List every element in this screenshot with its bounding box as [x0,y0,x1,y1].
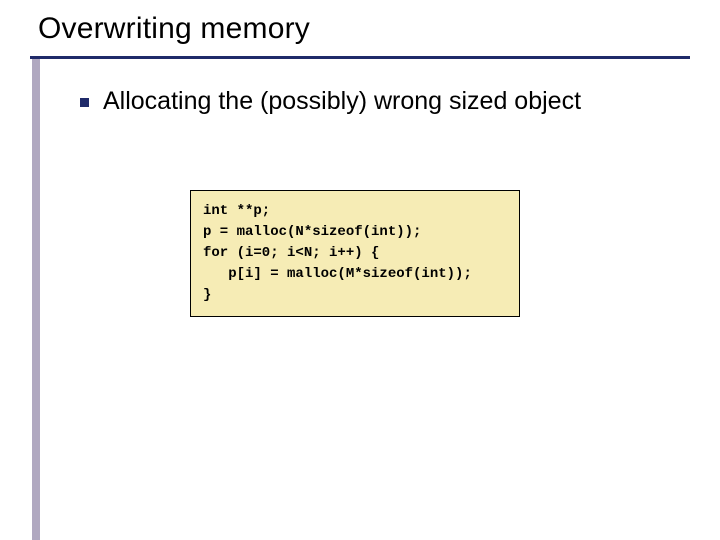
code-line: int **p; [203,201,507,222]
square-bullet-icon [80,98,89,107]
bullet-item: Allocating the (possibly) wrong sized ob… [80,86,680,117]
code-line: p[i] = malloc(M*sizeof(int)); [203,264,507,285]
slide-title: Overwriting memory [38,12,310,46]
left-accent-band [32,59,40,540]
bullet-text: Allocating the (possibly) wrong sized ob… [103,86,581,117]
code-line: for (i=0; i<N; i++) { [203,243,507,264]
code-block: int **p; p = malloc(N*sizeof(int)); for … [190,190,520,317]
title-underline [30,56,690,59]
code-line: } [203,285,507,306]
slide-body: Allocating the (possibly) wrong sized ob… [80,86,680,117]
slide: Overwriting memory Allocating the (possi… [0,0,720,540]
title-area: Overwriting memory [38,12,310,46]
code-line: p = malloc(N*sizeof(int)); [203,222,507,243]
